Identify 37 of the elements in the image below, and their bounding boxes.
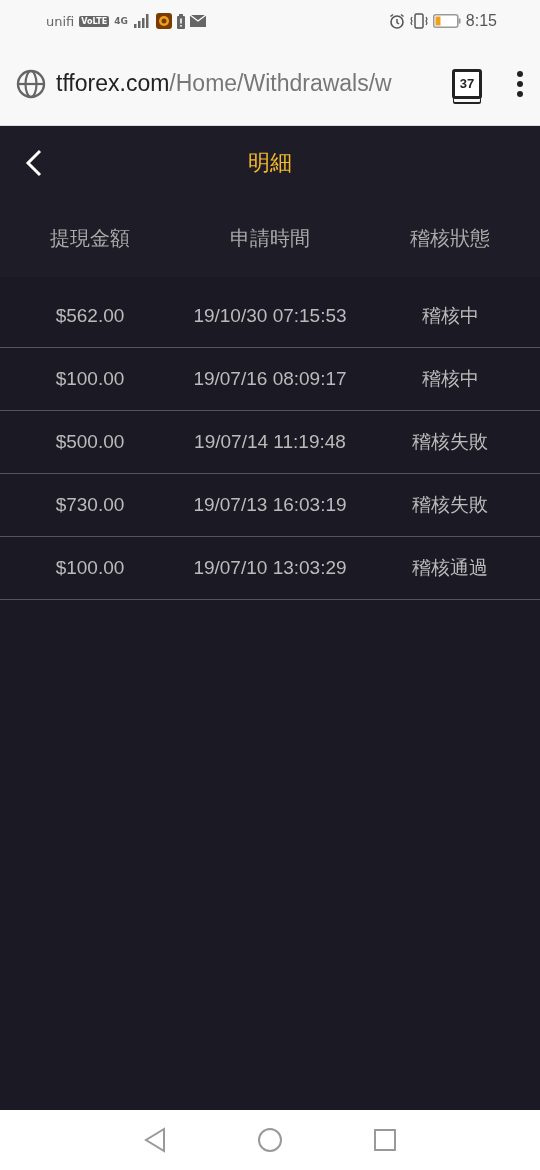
time-cell-text: 19/07/13 16:03:19 bbox=[192, 494, 348, 516]
menu-icon[interactable] bbox=[516, 70, 524, 97]
home-nav-icon[interactable] bbox=[257, 1127, 283, 1153]
globe-icon bbox=[16, 68, 46, 99]
recents-nav-icon[interactable] bbox=[373, 1128, 397, 1152]
column-header: 提現金額 bbox=[49, 225, 131, 252]
app-icon bbox=[155, 13, 172, 29]
status-cell-text: 稽核失敗 bbox=[411, 493, 489, 517]
status-cell-text: 稽核中 bbox=[420, 304, 480, 328]
network-type: 4G bbox=[114, 16, 128, 26]
carrier-name: unifi bbox=[46, 13, 75, 29]
battery-icon bbox=[432, 14, 461, 28]
column-header: 申請時間 bbox=[229, 225, 311, 252]
volte-badge: VoLTE bbox=[79, 15, 110, 27]
column-header: 稽核狀態 bbox=[409, 225, 491, 252]
mail-icon bbox=[189, 15, 206, 27]
address-field[interactable]: tfforex.com/Home/Withdrawals/w bbox=[56, 70, 436, 97]
amount-cell-text: $100.00 bbox=[54, 368, 126, 390]
battery-alert-icon bbox=[176, 13, 185, 29]
alarm-icon bbox=[388, 13, 405, 29]
page-title: 明細 bbox=[248, 149, 292, 177]
clock-time: 8:15 bbox=[465, 12, 497, 30]
amount-cell-text: $730.00 bbox=[54, 494, 126, 516]
vibrate-icon bbox=[409, 13, 428, 29]
time-cell-text: 19/10/30 07:15:53 bbox=[192, 305, 348, 327]
signal-icon bbox=[132, 14, 151, 28]
time-cell-text: 19/07/14 11:19:48 bbox=[193, 431, 347, 453]
amount-cell-text: $562.00 bbox=[54, 305, 126, 327]
amount-cell-text: $500.00 bbox=[54, 431, 126, 453]
back-nav-icon[interactable] bbox=[143, 1127, 167, 1153]
amount-cell-text: $100.00 bbox=[54, 557, 126, 579]
time-cell-text: 19/07/10 13:03:29 bbox=[192, 557, 348, 579]
time-cell-text: 19/07/16 08:09:17 bbox=[192, 368, 348, 390]
status-cell-text: 稽核失敗 bbox=[411, 430, 489, 454]
status-cell-text: 稽核中 bbox=[420, 367, 480, 391]
status-cell-text: 稽核通過 bbox=[411, 556, 489, 580]
back-icon[interactable] bbox=[25, 149, 43, 177]
